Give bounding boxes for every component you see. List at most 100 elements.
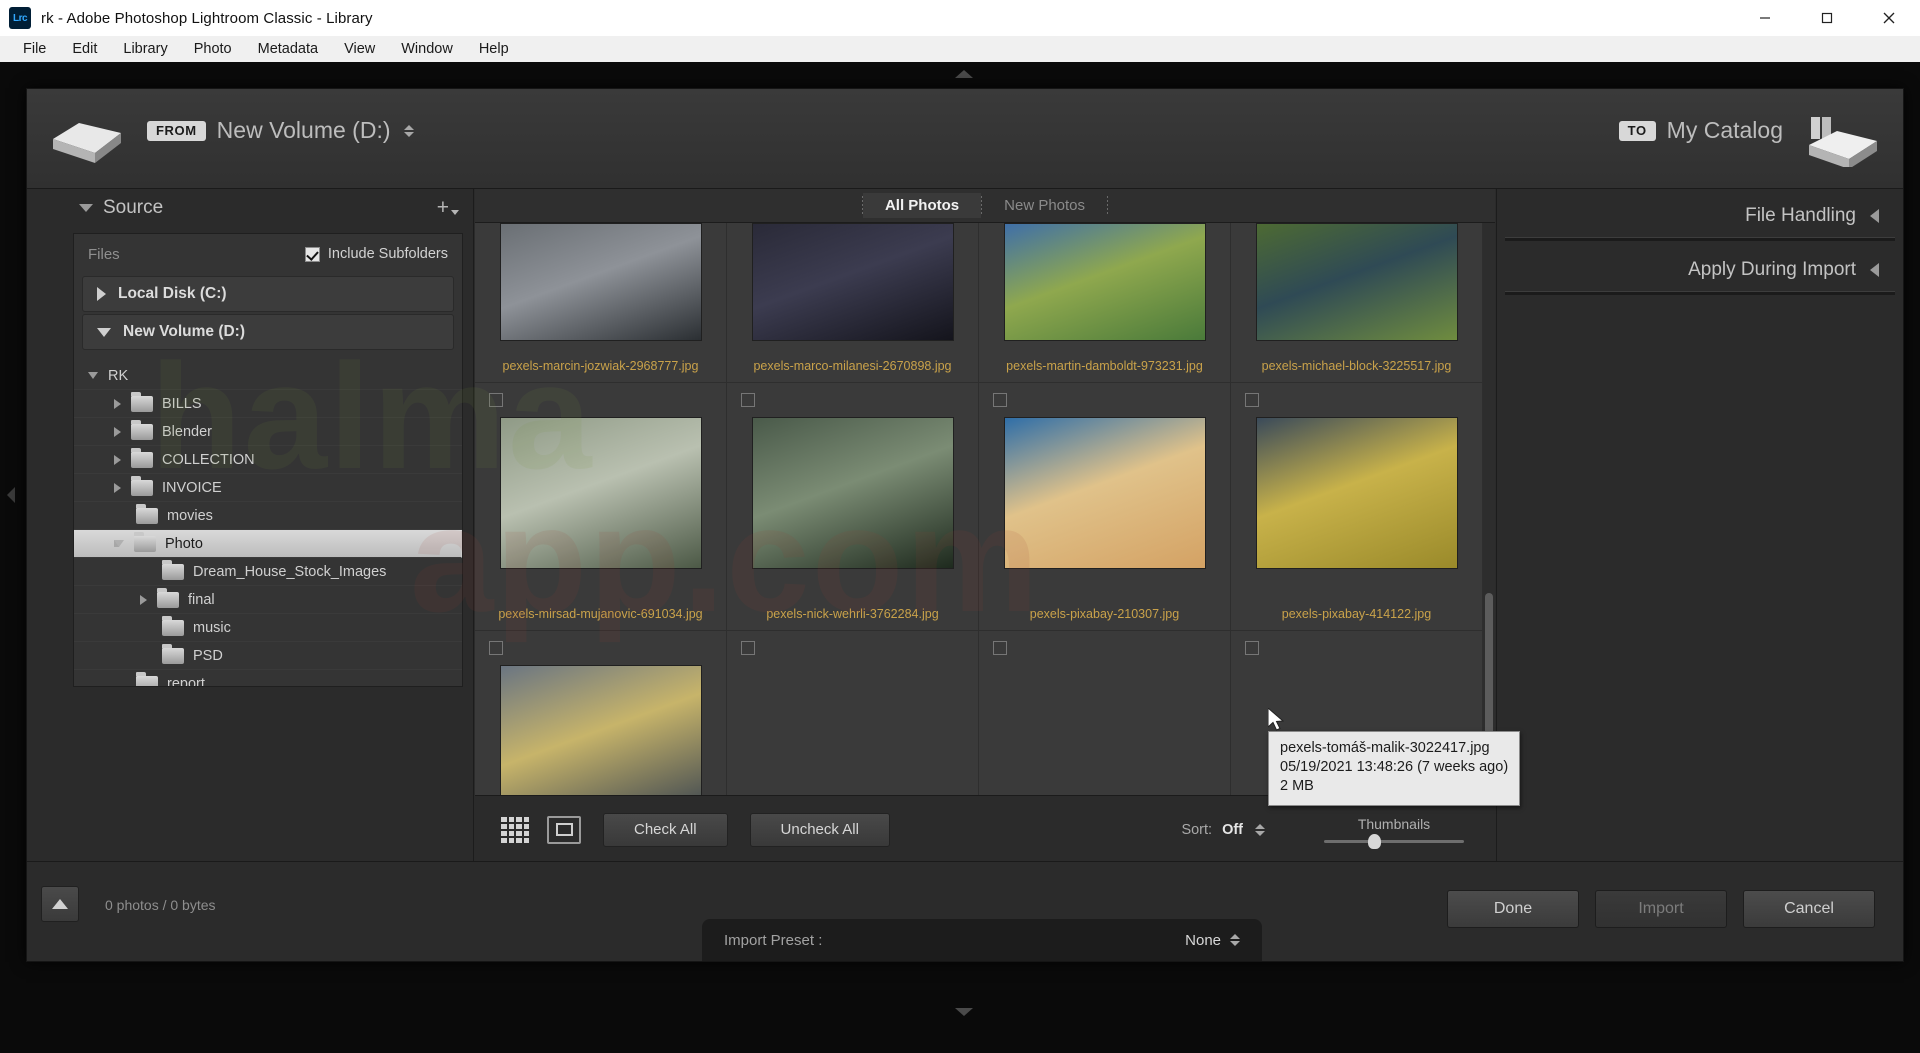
source-panel-header[interactable]: Source + [27, 189, 473, 227]
chevron-right-icon[interactable] [114, 427, 121, 437]
section-file-handling[interactable]: File Handling [1505, 195, 1895, 241]
photo-cell[interactable]: pexels-pixabay-210307.jpg [979, 383, 1231, 631]
cancel-button[interactable]: Cancel [1743, 890, 1875, 928]
photo-cell[interactable]: pexels-marco-milanesi-2670898.jpg [727, 223, 979, 383]
collapse-panel-button[interactable] [41, 886, 79, 922]
tree-item-dream-house-stock-images[interactable]: Dream_House_Stock_Images [74, 558, 462, 586]
left-panel-toggle-icon[interactable] [7, 487, 15, 503]
photo-checkbox[interactable] [741, 393, 755, 407]
from-dropdown-icon[interactable] [404, 125, 414, 137]
chevron-down-icon[interactable] [88, 372, 98, 379]
chevron-left-icon[interactable] [1870, 263, 1879, 277]
photo-checkbox[interactable] [741, 641, 755, 655]
photo-checkbox[interactable] [489, 393, 503, 407]
chevron-down-icon[interactable] [97, 328, 111, 337]
drive-item-local-disk-c[interactable]: Local Disk (C:) [82, 276, 454, 312]
photo-grid-scrollbar[interactable] [1483, 223, 1495, 795]
photo-cell[interactable]: pexels-marcin-jozwiak-2968777.jpg [475, 223, 727, 383]
photo-checkbox[interactable] [1245, 393, 1259, 407]
import-preset-strip[interactable]: Import Preset : None [702, 919, 1262, 961]
photo-thumbnail[interactable] [1004, 417, 1206, 569]
bottom-panel-toggle-icon[interactable] [955, 1008, 973, 1016]
photo-cell[interactable]: pexels-nick-wehrli-3762284.jpg [727, 383, 979, 631]
photo-cell[interactable]: pexels-mirsad-mujanovic-691034.jpg [475, 383, 727, 631]
slider-knob[interactable] [1368, 834, 1381, 849]
chevron-right-icon[interactable] [140, 595, 147, 605]
import-button[interactable]: Import [1595, 890, 1727, 928]
menu-item-photo[interactable]: Photo [181, 39, 245, 59]
minimize-button[interactable] [1734, 0, 1796, 36]
section-apply-during-import[interactable]: Apply During Import [1505, 249, 1895, 295]
import-preset-value[interactable]: None [1185, 932, 1240, 949]
photo-checkbox[interactable] [993, 641, 1007, 655]
maximize-button[interactable] [1796, 0, 1858, 36]
photo-thumbnail[interactable] [500, 417, 702, 569]
photo-cell[interactable]: pexels-michael-block-3225517.jpg [1231, 223, 1483, 383]
tab-all-photos[interactable]: All Photos [863, 193, 981, 218]
photo-checkbox[interactable] [993, 393, 1007, 407]
menu-item-file[interactable]: File [10, 39, 59, 59]
photo-thumbnail[interactable] [1004, 223, 1206, 341]
include-subfolders-toggle[interactable]: Include Subfolders [305, 246, 448, 262]
menu-item-library[interactable]: Library [110, 39, 180, 59]
close-button[interactable] [1858, 0, 1920, 36]
preset-dropdown-icon[interactable] [1230, 934, 1240, 946]
tab-new-photos[interactable]: New Photos [982, 193, 1107, 218]
chevron-right-icon[interactable] [114, 455, 121, 465]
uncheck-all-button[interactable]: Uncheck All [750, 813, 890, 847]
thumbnail-size-slider[interactable]: Thumbnails [1319, 816, 1469, 843]
photo-thumbnail[interactable] [752, 223, 954, 341]
grid-view-icon[interactable] [501, 817, 529, 843]
slider-track[interactable] [1324, 840, 1464, 843]
chevron-right-icon[interactable] [97, 287, 106, 301]
photo-cell[interactable] [979, 631, 1231, 795]
done-button[interactable]: Done [1447, 890, 1579, 928]
chevron-right-icon[interactable] [114, 399, 121, 409]
photo-checkbox[interactable] [1245, 641, 1259, 655]
photo-cell[interactable]: pexels-pixabay-414122.jpg [1231, 383, 1483, 631]
menu-item-help[interactable]: Help [466, 39, 522, 59]
tree-item-blender[interactable]: Blender [74, 418, 462, 446]
source-selector[interactable]: FROM New Volume (D:) [147, 117, 414, 144]
tree-item-invoice[interactable]: INVOICE [74, 474, 462, 502]
scrollbar-thumb[interactable] [1485, 593, 1493, 743]
tree-item-psd[interactable]: PSD [74, 642, 462, 670]
tree-item-music[interactable]: music [74, 614, 462, 642]
chevron-left-icon[interactable] [1870, 209, 1879, 223]
tree-item-collection[interactable]: COLLECTION [74, 446, 462, 474]
photo-thumbnail[interactable] [752, 417, 954, 569]
photo-thumbnail[interactable] [1256, 417, 1458, 569]
source-collapse-icon[interactable] [79, 204, 93, 212]
sort-control[interactable]: Sort: Off [1181, 822, 1265, 838]
photo-thumbnail[interactable] [500, 665, 702, 795]
apply-during-import-header[interactable]: Apply During Import [1505, 249, 1895, 291]
photo-thumbnail[interactable] [1256, 223, 1458, 341]
destination-selector[interactable]: TO My Catalog [1619, 117, 1783, 144]
drive-item-new-volume-d[interactable]: New Volume (D:) [82, 314, 454, 350]
tree-item-final[interactable]: final [74, 586, 462, 614]
tree-item-bills[interactable]: BILLS [74, 390, 462, 418]
menu-item-window[interactable]: Window [388, 39, 466, 59]
menu-item-edit[interactable]: Edit [59, 39, 110, 59]
sort-value[interactable]: Off [1222, 822, 1243, 838]
photo-checkbox[interactable] [489, 641, 503, 655]
add-source-button[interactable]: + [437, 196, 459, 220]
chevron-down-icon[interactable] [114, 540, 124, 547]
include-subfolders-checkbox[interactable] [305, 247, 320, 262]
check-all-button[interactable]: Check All [603, 813, 728, 847]
tree-item-movies[interactable]: movies [74, 502, 462, 530]
file-handling-header[interactable]: File Handling [1505, 195, 1895, 237]
photo-thumbnail[interactable] [500, 223, 702, 341]
chevron-right-icon[interactable] [114, 483, 121, 493]
photo-cell[interactable]: pexels-martin-damboldt-973231.jpg [979, 223, 1231, 383]
menu-item-metadata[interactable]: Metadata [245, 39, 331, 59]
loupe-view-icon[interactable] [547, 816, 581, 844]
sort-dropdown-icon[interactable] [1255, 824, 1265, 836]
tree-item-photo[interactable]: Photo [74, 530, 462, 558]
tree-item-rk[interactable]: RK [74, 362, 462, 390]
menu-item-view[interactable]: View [331, 39, 388, 59]
photo-cell[interactable] [475, 631, 727, 795]
photo-cell[interactable] [727, 631, 979, 795]
tree-item-report[interactable]: report [74, 670, 462, 686]
top-panel-toggle-icon[interactable] [955, 70, 973, 78]
